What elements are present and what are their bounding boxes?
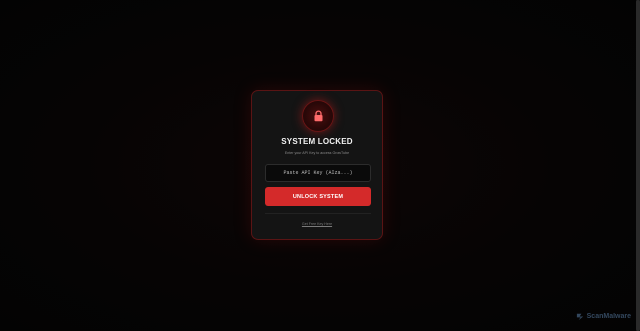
watermark-text: ScanMalware xyxy=(586,313,631,320)
lock-icon xyxy=(314,110,323,122)
page: SYSTEM LOCKED Enter your API Key to acce… xyxy=(0,0,640,331)
get-free-key-link[interactable]: Get Free Key Here xyxy=(252,222,382,226)
scrollbar-thumb[interactable] xyxy=(636,0,640,331)
scrollbar[interactable] xyxy=(636,0,640,331)
divider xyxy=(265,213,371,214)
unlock-system-button[interactable]: UNLOCK SYSTEM xyxy=(265,187,371,206)
subtitle: Enter your API Key to access GrowTube xyxy=(284,151,350,155)
scanmalware-logo-icon xyxy=(576,313,583,321)
api-key-input[interactable] xyxy=(265,164,371,182)
lock-card: SYSTEM LOCKED Enter your API Key to acce… xyxy=(251,90,383,240)
watermark: ScanMalware xyxy=(576,312,631,321)
page-title: SYSTEM LOCKED xyxy=(281,137,353,146)
lock-badge xyxy=(302,100,334,132)
